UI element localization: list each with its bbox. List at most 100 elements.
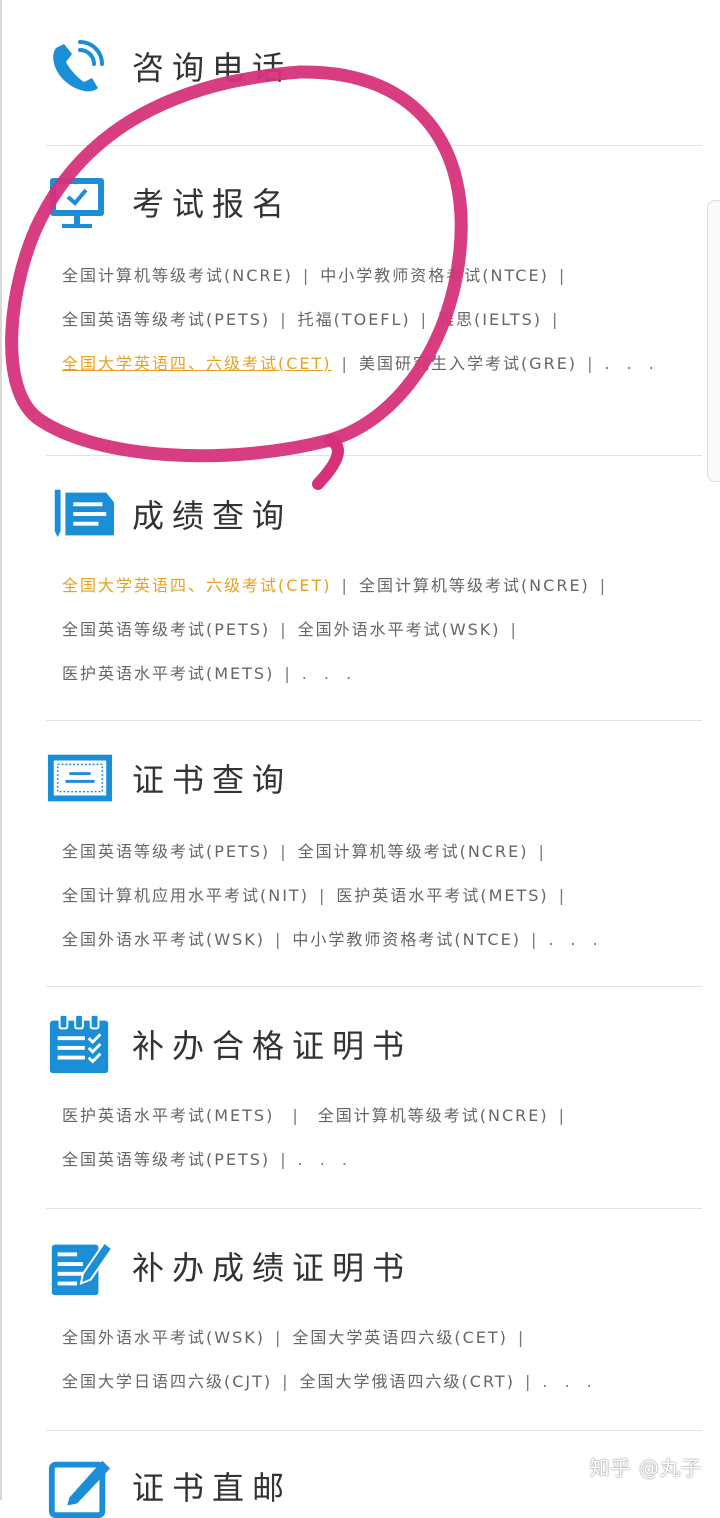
- divider: [46, 145, 702, 146]
- section-header[interactable]: 成绩查询: [46, 484, 292, 544]
- exam-link[interactable]: 全国外语水平考试(WSK): [62, 930, 265, 949]
- section-title: 补办成绩证明书: [132, 1249, 413, 1287]
- document-pen-icon: [46, 484, 114, 544]
- exam-link[interactable]: 美国研究生入学考试(GRE): [359, 354, 577, 373]
- link-row: 全国大学英语四、六级考试(CET) | 美国研究生入学考试(GRE) | . . .: [62, 342, 702, 386]
- more-link[interactable]: . . .: [542, 1372, 597, 1391]
- divider: [46, 1430, 702, 1431]
- more-link[interactable]: . . .: [298, 1150, 353, 1169]
- more-link[interactable]: . . .: [604, 354, 659, 373]
- exam-link[interactable]: 全国英语等级考试(PETS): [62, 620, 270, 639]
- exam-link[interactable]: 托福(TOEFL): [298, 310, 411, 329]
- exam-link[interactable]: 全国大学俄语四六级(CRT): [300, 1372, 515, 1391]
- section-title: 证书直邮: [132, 1469, 293, 1507]
- divider: [46, 986, 702, 987]
- phone-icon: [46, 36, 114, 96]
- divider: [46, 720, 702, 721]
- separator: |: [599, 576, 608, 595]
- exam-link[interactable]: 医护英语水平考试(METS): [336, 886, 548, 905]
- side-drawer-handle[interactable]: [707, 200, 720, 482]
- exam-link[interactable]: 全国大学英语四六级(CET): [292, 1328, 508, 1347]
- exam-link[interactable]: 全国大学日语四六级(CJT): [62, 1372, 272, 1391]
- section-header[interactable]: 补办合格证明书: [46, 1013, 413, 1074]
- separator: |: [302, 266, 311, 285]
- separator: |: [341, 576, 349, 595]
- section-title: 考试报名: [132, 185, 293, 223]
- separator: |: [280, 1150, 288, 1169]
- section-header[interactable]: 补办成绩证明书: [46, 1236, 412, 1296]
- exam-link[interactable]: 中小学教师资格考试(NTCE): [292, 930, 521, 949]
- exam-link[interactable]: 全国计算机等级考试(NCRE): [318, 1106, 549, 1125]
- more-link[interactable]: . . .: [302, 664, 357, 683]
- link-row: 全国大学英语四、六级考试(CET) | 全国计算机等级考试(NCRE) |: [62, 564, 702, 608]
- section-title: 证书查询: [132, 761, 293, 799]
- link-row: 全国外语水平考试(WSK) | 全国大学英语四六级(CET) |: [62, 1316, 702, 1360]
- divider: [46, 1208, 702, 1209]
- exam-link[interactable]: 全国外语水平考试(WSK): [62, 1328, 265, 1347]
- section-header[interactable]: 咨询电话: [46, 36, 292, 96]
- exam-link[interactable]: 全国英语等级考试(PETS): [62, 842, 270, 861]
- separator: |: [552, 310, 560, 329]
- link-row: 全国外语水平考试(WSK) | 中小学教师资格考试(NTCE) | . . .: [62, 918, 702, 962]
- exam-link[interactable]: 全国计算机等级考试(NCRE): [298, 842, 529, 861]
- exam-link[interactable]: 全国计算机应用水平考试(NIT): [62, 886, 309, 905]
- section-header[interactable]: 考试报名: [46, 172, 292, 232]
- link-list: 全国英语等级考试(PETS) | 全国计算机等级考试(NCRE) | 全国计算机应用水…: [62, 830, 702, 962]
- exam-link[interactable]: 雅思(IELTS): [438, 310, 542, 329]
- separator: |: [274, 1328, 283, 1347]
- separator: |: [280, 620, 288, 639]
- link-list: 全国外语水平考试(WSK) | 全国大学英语四六级(CET) | 全国大学日语四六级(…: [62, 1316, 702, 1404]
- separator: |: [530, 930, 539, 949]
- link-list: 全国大学英语四、六级考试(CET) | 全国计算机等级考试(NCRE) | 全国英语等…: [62, 564, 702, 696]
- separator: |: [318, 886, 327, 905]
- separator: |: [558, 886, 567, 905]
- section-title: 补办合格证明书: [132, 1027, 413, 1065]
- exam-link[interactable]: 医护英语水平考试(METS): [62, 1106, 274, 1125]
- link-list: 全国计算机等级考试(NCRE) | 中小学教师资格考试(NTCE) | 全国英语等级考…: [62, 254, 702, 386]
- link-row: 全国大学日语四六级(CJT) | 全国大学俄语四六级(CRT) | . . .: [62, 1360, 702, 1404]
- section-title: 咨询电话: [132, 49, 293, 87]
- clipboard-checklist-icon: [46, 1013, 114, 1074]
- section-header[interactable]: 证书查询: [46, 748, 292, 808]
- separator: |: [341, 354, 349, 373]
- link-list: 医护英语水平考试(METS) | 全国计算机等级考试(NCRE) | 全国英语等级考试…: [62, 1094, 702, 1182]
- more-link[interactable]: . . .: [548, 930, 603, 949]
- edit-square-icon: [46, 1456, 114, 1518]
- exam-link[interactable]: 全国英语等级考试(PETS): [62, 310, 270, 329]
- document-edit-icon: [46, 1236, 114, 1296]
- link-row: 医护英语水平考试(METS) | 全国计算机等级考试(NCRE) |: [62, 1094, 702, 1138]
- separator: |: [280, 842, 288, 861]
- exam-link[interactable]: 全国计算机等级考试(NCRE): [62, 266, 293, 285]
- separator: |: [558, 266, 567, 285]
- link-row: 全国英语等级考试(PETS) | 全国外语水平考试(WSK) |: [62, 608, 702, 652]
- exam-link[interactable]: 全国英语等级考试(PETS): [62, 1150, 270, 1169]
- link-row: 全国英语等级考试(PETS) | . . .: [62, 1138, 702, 1182]
- watermark: 知乎 @丸子: [589, 1456, 702, 1480]
- link-row: 全国计算机等级考试(NCRE) | 中小学教师资格考试(NTCE) |: [62, 254, 702, 298]
- separator: |: [510, 620, 518, 639]
- section-title: 成绩查询: [132, 497, 293, 535]
- separator: |: [558, 1106, 566, 1125]
- separator: |: [420, 310, 429, 329]
- exam-link[interactable]: 中小学教师资格考试(NTCE): [320, 266, 549, 285]
- link-row: 医护英语水平考试(METS) | . . .: [62, 652, 702, 696]
- separator: |: [280, 310, 288, 329]
- left-border: [0, 0, 2, 1500]
- link-row: 全国英语等级考试(PETS) | 托福(TOEFL) | 雅思(IELTS) |: [62, 298, 702, 342]
- section-header[interactable]: 证书直邮: [46, 1456, 293, 1518]
- exam-link-active[interactable]: 全国大学英语四、六级考试(CET): [62, 576, 332, 595]
- separator: |: [282, 1372, 290, 1391]
- exam-link[interactable]: 全国计算机等级考试(NCRE): [359, 576, 590, 595]
- monitor-icon: [46, 172, 114, 232]
- link-row: 全国计算机应用水平考试(NIT) | 医护英语水平考试(METS) |: [62, 874, 702, 918]
- exam-link-active[interactable]: 全国大学英语四、六级考试(CET): [62, 354, 332, 373]
- exam-link[interactable]: 医护英语水平考试(METS): [62, 664, 274, 683]
- separator: |: [274, 930, 283, 949]
- exam-link[interactable]: 全国外语水平考试(WSK): [298, 620, 501, 639]
- divider: [46, 455, 702, 456]
- separator: |: [538, 842, 546, 861]
- certificate-icon: [46, 748, 114, 808]
- separator: |: [587, 354, 595, 373]
- separator: |: [517, 1328, 526, 1347]
- link-row: 全国英语等级考试(PETS) | 全国计算机等级考试(NCRE) |: [62, 830, 702, 874]
